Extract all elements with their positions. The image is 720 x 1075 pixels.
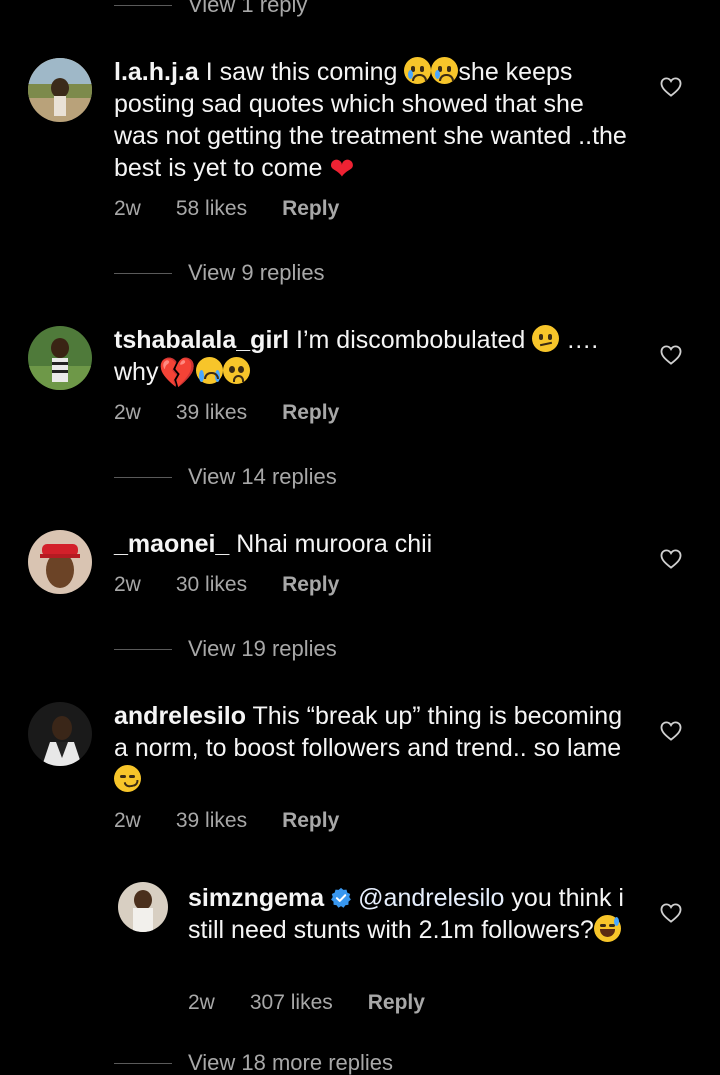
reply-username[interactable]: simzngema: [188, 884, 324, 912]
view-replies[interactable]: View 9 replies: [114, 262, 325, 284]
heart-outline-icon[interactable]: [660, 549, 682, 569]
comment-time: 2w: [114, 401, 141, 424]
avatar[interactable]: [28, 58, 92, 122]
grinning-sweat-face-icon: [593, 915, 621, 942]
comment-meta: 2w 58 likes Reply: [114, 198, 374, 219]
confused-face-icon: [532, 325, 560, 352]
view-replies[interactable]: View 14 replies: [114, 466, 337, 488]
comment-text: l.a.h.j.a I saw this coming she keeps po…: [114, 57, 627, 186]
comment-meta: 2w 39 likes Reply: [114, 402, 374, 423]
heart-outline-icon[interactable]: [660, 721, 682, 741]
reply-divider-line: [114, 648, 172, 650]
avatar[interactable]: [118, 882, 168, 932]
reply-button[interactable]: Reply: [282, 574, 339, 595]
reply-text: simzngema @andrelesilo you think i still…: [188, 884, 624, 944]
pleading-face-icon: [222, 357, 250, 384]
reply-button[interactable]: Reply: [282, 402, 339, 423]
avatar[interactable]: [28, 702, 92, 766]
reply-divider-line: [114, 1062, 172, 1064]
heart-outline-icon[interactable]: [660, 903, 682, 923]
mention-link[interactable]: @andrelesilo: [358, 884, 504, 912]
verified-badge-icon: [331, 887, 352, 908]
reply-divider-line: [114, 272, 172, 274]
view-more-replies[interactable]: View 18 more replies: [114, 1052, 393, 1074]
comment-text: andrelesilo This “break up” thing is bec…: [114, 700, 629, 796]
loudly-crying-face-icon: [195, 357, 223, 384]
comment-time: 2w: [114, 573, 141, 596]
view-replies[interactable]: View 19 replies: [114, 638, 337, 660]
comment-likes[interactable]: 39 likes: [176, 810, 247, 831]
comment-username[interactable]: l.a.h.j.a: [114, 58, 199, 86]
reply-divider-line: [114, 476, 172, 478]
crying-face-icon: [404, 57, 432, 84]
comment-username[interactable]: andrelesilo: [114, 702, 246, 730]
reply-button[interactable]: Reply: [282, 198, 339, 219]
comment-time: 2w: [114, 809, 141, 832]
broken-heart-icon: 💔: [158, 357, 196, 390]
comment-time: 2w: [114, 197, 141, 220]
comment-username[interactable]: _maonei_: [114, 530, 229, 558]
comment-meta: 2w 39 likes Reply: [114, 810, 374, 831]
comment-text: _maonei_ Nhai muroora chii: [114, 530, 433, 558]
comment-meta: 2w 30 likes Reply: [114, 574, 374, 595]
reply-button[interactable]: Reply: [368, 992, 425, 1013]
comment-likes[interactable]: 39 likes: [176, 402, 247, 423]
reply-divider-line: [114, 4, 172, 6]
heart-outline-icon[interactable]: [660, 345, 682, 365]
reply-meta: 2w 307 likes Reply: [188, 992, 460, 1013]
view-replies-top[interactable]: View 1 reply: [114, 0, 307, 16]
reply-time: 2w: [188, 991, 215, 1014]
comment-text: tshabalala_girl I’m discombobulated …. w…: [114, 325, 599, 390]
reply-likes[interactable]: 307 likes: [250, 992, 333, 1013]
smirking-face-icon: [114, 765, 141, 792]
avatar[interactable]: [28, 326, 92, 390]
avatar[interactable]: [28, 530, 92, 594]
red-heart-icon: ❤: [329, 153, 355, 186]
reply-button[interactable]: Reply: [282, 810, 339, 831]
view-replies-label: View 1 reply: [188, 0, 308, 17]
comment-likes[interactable]: 58 likes: [176, 198, 247, 219]
heart-outline-icon[interactable]: [660, 77, 682, 97]
comment-username[interactable]: tshabalala_girl: [114, 326, 289, 354]
comment-likes[interactable]: 30 likes: [176, 574, 247, 595]
crying-face-icon: [431, 57, 459, 84]
